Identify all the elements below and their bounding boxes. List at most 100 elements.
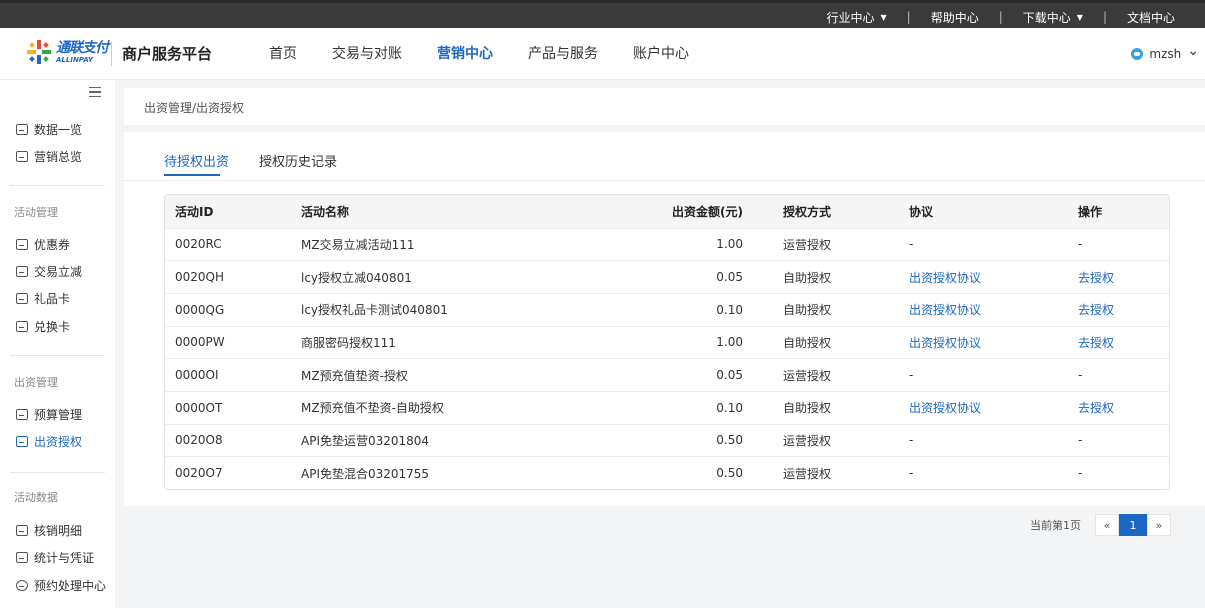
cell-amount: 1.00 xyxy=(621,325,773,359)
authorize-link[interactable]: 去授权 xyxy=(1078,271,1114,285)
nav-products-services[interactable]: 产品与服务 xyxy=(512,28,614,80)
docs-center-link[interactable]: 文档中心 xyxy=(1117,9,1185,26)
nav-home[interactable]: 首页 xyxy=(253,28,313,80)
table-header-row: 活动ID 活动名称 出资金额(元) 授权方式 协议 操作 xyxy=(165,195,1169,228)
username: mzsh xyxy=(1149,47,1182,61)
top-links: 行业中心 ▼ | 帮助中心 | 下载中心 ▼ | 文档中心 xyxy=(816,3,1185,31)
agreement-link[interactable]: 出资授权协议 xyxy=(909,271,981,285)
sidebar-item-redeem-card[interactable]: 兑换卡 xyxy=(16,317,70,335)
sidebar-item-data-overview[interactable]: 数据一览 xyxy=(16,120,82,138)
sidebar-item-funding-auth[interactable]: 出资授权 xyxy=(16,432,82,450)
cell-agreement: - xyxy=(899,456,1068,489)
table-row: 0020RC MZ交易立减活动111 1.00 运营授权 - - xyxy=(165,227,1169,261)
tab-authorization-history[interactable]: 授权历史记录 xyxy=(259,151,337,170)
sidebar-item-label: 兑换卡 xyxy=(34,319,71,334)
sidebar-item-label: 营销总览 xyxy=(34,149,83,164)
agreement-link[interactable]: 出资授权协议 xyxy=(909,336,981,350)
sidebar-item-label: 预算管理 xyxy=(34,407,83,422)
cell-amount: 0.10 xyxy=(621,390,773,425)
logo-chinese: 通联支付 xyxy=(56,39,109,56)
cell-auth-method: 自助授权 xyxy=(773,325,899,359)
nav-marketing-center[interactable]: 营销中心 xyxy=(421,28,509,80)
cell-agreement: 出资授权协议 xyxy=(899,325,1068,359)
industry-center-link[interactable]: 行业中心 ▼ xyxy=(816,9,896,26)
sidebar-item-label: 预约处理中心 xyxy=(34,578,107,593)
authorize-link[interactable]: 去授权 xyxy=(1078,401,1114,415)
authorize-link[interactable]: 去授权 xyxy=(1078,336,1114,350)
menu-toggle-icon[interactable] xyxy=(89,87,101,97)
cell-amount: 0.10 xyxy=(621,292,773,327)
table-row: 0000OI MZ预充值垫资-授权 0.05 运营授权 - - xyxy=(165,358,1169,392)
current-page-label: 当前第1页 xyxy=(1030,519,1081,532)
cell-activity-id: 0020O7 xyxy=(165,456,291,489)
sidebar-item-label: 出资授权 xyxy=(34,434,83,449)
next-page-button[interactable]: » xyxy=(1147,514,1171,536)
gift-card-icon xyxy=(16,292,28,304)
agreement-link[interactable]: 出资授权协议 xyxy=(909,303,981,317)
cell-activity-name: API免垫混合03201755 xyxy=(291,456,621,489)
agreement-link[interactable]: 出资授权协议 xyxy=(909,401,981,415)
coupon-icon xyxy=(16,238,28,250)
allinpay-logo-icon xyxy=(27,40,51,64)
sidebar-item-trade-discount[interactable]: 交易立减 xyxy=(16,262,82,280)
cell-action: - xyxy=(1068,423,1169,457)
caret-down-icon: ▼ xyxy=(1076,12,1083,22)
sidebar-item-writeoff-detail[interactable]: 核销明细 xyxy=(16,521,82,539)
allinpay-logo[interactable]: 通联支付 ALLINPAY xyxy=(26,39,109,65)
table-row: 0020O7 API免垫混合03201755 0.50 运营授权 - - xyxy=(165,456,1169,489)
active-tab-indicator xyxy=(164,174,220,176)
cell-amount: 0.05 xyxy=(621,358,773,392)
page-1-button[interactable]: 1 xyxy=(1119,514,1147,536)
col-action: 操作 xyxy=(1068,195,1169,228)
sidebar-group-title: 活动数据 xyxy=(14,491,58,504)
main-panel: 待授权出资 授权历史记录 活动ID 活动名称 出资金额(元) 授权方式 协议 操… xyxy=(124,132,1205,506)
tab-pending-authorization[interactable]: 待授权出资 xyxy=(164,151,229,170)
cell-auth-method: 运营授权 xyxy=(773,358,899,392)
cell-agreement: 出资授权协议 xyxy=(899,292,1068,327)
sidebar-item-label: 数据一览 xyxy=(34,122,83,137)
sidebar-item-reservation-center[interactable]: 预约处理中心 xyxy=(16,576,106,594)
main-header: 通联支付 ALLINPAY 商户服务平台 首页 交易与对账 营销中心 产品与服务… xyxy=(0,28,1205,80)
cell-auth-method: 运营授权 xyxy=(773,227,899,261)
cell-activity-id: 0020RC xyxy=(165,227,291,261)
authorize-link[interactable]: 去授权 xyxy=(1078,303,1114,317)
cell-amount: 0.50 xyxy=(621,423,773,457)
cell-activity-name: MZ预充值垫资-授权 xyxy=(291,358,621,392)
breadcrumb: 出资管理/出资授权 xyxy=(144,101,245,115)
sidebar-item-label: 礼品卡 xyxy=(34,291,71,306)
logo-english: ALLINPAY xyxy=(56,55,93,64)
pagination: 当前第1页 « 1 » xyxy=(1030,514,1171,536)
sidebar-item-stats-voucher[interactable]: 统计与凭证 xyxy=(16,548,94,566)
sidebar-item-label: 优惠券 xyxy=(34,237,71,252)
cell-auth-method: 运营授权 xyxy=(773,423,899,457)
sidebar-item-gift-card[interactable]: 礼品卡 xyxy=(16,289,70,307)
cell-activity-name: API免垫运营03201804 xyxy=(291,423,621,457)
sidebar-item-label: 核销明细 xyxy=(34,523,83,538)
cell-action: 去授权 xyxy=(1068,325,1169,359)
table-row: 0020QH lcy授权立减040801 0.05 自助授权 出资授权协议 去授权 xyxy=(165,260,1169,294)
logo-divider xyxy=(111,42,112,66)
nav-account-center[interactable]: 账户中心 xyxy=(617,28,705,80)
table-row: 0020O8 API免垫运营03201804 0.50 运营授权 - - xyxy=(165,423,1169,457)
cell-auth-method: 自助授权 xyxy=(773,390,899,425)
sidebar-item-marketing-overview[interactable]: 营销总览 xyxy=(16,147,82,165)
download-center-link[interactable]: 下载中心 ▼ xyxy=(1013,9,1093,26)
sidebar-item-budget[interactable]: 预算管理 xyxy=(16,405,82,423)
cell-activity-id: 0020QH xyxy=(165,260,291,294)
caret-down-icon: ▼ xyxy=(880,12,887,22)
cell-activity-name: lcy授权立减040801 xyxy=(291,260,621,294)
user-menu[interactable]: mzsh ⌄ xyxy=(1131,28,1199,80)
cell-amount: 0.50 xyxy=(621,456,773,489)
help-center-link[interactable]: 帮助中心 xyxy=(921,9,989,26)
logo-text: 通联支付 ALLINPAY xyxy=(56,39,109,64)
checklist-icon xyxy=(16,551,28,563)
sidebar-divider xyxy=(10,355,105,356)
cell-amount: 1.00 xyxy=(621,227,773,261)
sidebar-item-coupons[interactable]: 优惠券 xyxy=(16,235,70,253)
separator: | xyxy=(998,10,1003,24)
prev-page-button[interactable]: « xyxy=(1095,514,1119,536)
cell-activity-id: 0020O8 xyxy=(165,423,291,457)
budget-icon xyxy=(16,408,28,420)
nav-trade-reconcile[interactable]: 交易与对账 xyxy=(316,28,418,80)
discount-icon xyxy=(16,265,28,277)
